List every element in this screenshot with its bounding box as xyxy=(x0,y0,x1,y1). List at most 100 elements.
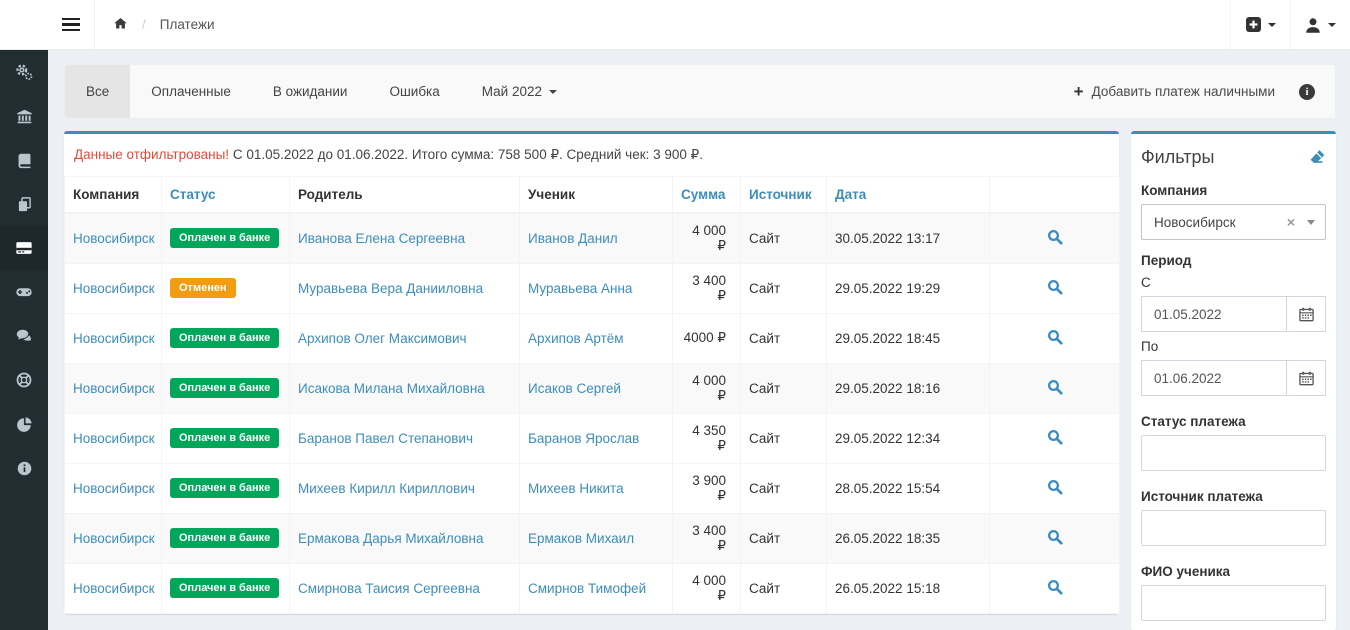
payments-tabbar: Все Оплаченные В ожидании Ошибка Май 202… xyxy=(64,64,1336,119)
search-icon xyxy=(1047,379,1063,395)
parent-link[interactable]: Исакова Милана Михайловна xyxy=(298,381,485,396)
company-link[interactable]: Новосибирск xyxy=(73,431,155,446)
col-company: Компания xyxy=(65,177,162,214)
main-sidebar xyxy=(0,50,48,630)
company-select-value: Новосибирск xyxy=(1154,215,1236,230)
add-cash-payment-button[interactable]: + Добавить платеж наличными xyxy=(1074,83,1275,100)
source-cell: Сайт xyxy=(741,363,827,413)
status-filter-input[interactable] xyxy=(1141,435,1326,471)
company-link[interactable]: Новосибирск xyxy=(73,231,155,246)
student-link[interactable]: Михеев Никита xyxy=(528,481,624,496)
tabbar-actions: + Добавить платеж наличными i xyxy=(1074,65,1335,118)
search-icon xyxy=(1047,279,1063,295)
student-filter-label: ФИО ученика xyxy=(1141,564,1326,579)
parent-link[interactable]: Баранов Павел Степанович xyxy=(298,431,473,446)
sidebar-item-documents[interactable] xyxy=(0,182,48,226)
student-link[interactable]: Смирнов Тимофей xyxy=(528,581,646,596)
sidebar-item-reports[interactable] xyxy=(0,402,48,446)
calendar-icon xyxy=(1299,307,1314,322)
company-link[interactable]: Новосибирск xyxy=(73,281,155,296)
navbar-right xyxy=(1230,0,1350,49)
parent-link[interactable]: Смирнова Таисия Сергеевна xyxy=(298,581,480,596)
plus-square-icon xyxy=(1246,17,1261,32)
col-date-sort[interactable]: Дата xyxy=(827,177,990,214)
user-menu-dropdown[interactable] xyxy=(1290,0,1350,49)
caret-down-icon xyxy=(1328,23,1336,27)
table-row: Новосибирск Оплачен в банке Архипов Олег… xyxy=(65,313,1120,363)
sidebar-item-organization[interactable] xyxy=(0,94,48,138)
sidebar-item-payments[interactable] xyxy=(0,226,48,270)
sidebar-item-info[interactable] xyxy=(0,446,48,490)
filters-panel: Фильтры Компания Новосибирск × Период С … xyxy=(1131,131,1336,630)
student-link[interactable]: Исаков Сергей xyxy=(528,381,621,396)
company-select[interactable]: Новосибирск × xyxy=(1141,204,1326,240)
student-filter-input[interactable] xyxy=(1141,585,1326,621)
sidebar-item-messages[interactable] xyxy=(0,314,48,358)
company-link[interactable]: Новосибирск xyxy=(73,531,155,546)
date-to-calendar-button[interactable] xyxy=(1286,360,1326,396)
date-cell: 26.05.2022 15:18 xyxy=(827,563,990,613)
quick-add-dropdown[interactable] xyxy=(1230,0,1290,49)
tab-month-dropdown[interactable]: Май 2022 xyxy=(461,65,578,118)
amount-cell: 3 400 ₽ xyxy=(673,513,741,563)
sidebar-item-settings[interactable] xyxy=(0,50,48,94)
sidebar-item-journal[interactable] xyxy=(0,138,48,182)
tab-all[interactable]: Все xyxy=(65,65,130,118)
student-link[interactable]: Иванов Данил xyxy=(528,231,618,246)
tab-paid[interactable]: Оплаченные xyxy=(130,65,252,118)
col-amount-sort[interactable]: Сумма xyxy=(673,177,741,214)
date-from-input[interactable] xyxy=(1141,296,1286,332)
amount-cell: 4 000 ₽ xyxy=(673,563,741,613)
view-payment-button[interactable] xyxy=(1047,283,1063,298)
clear-filters-button[interactable] xyxy=(1309,148,1326,168)
source-cell: Сайт xyxy=(741,213,827,263)
view-payment-button[interactable] xyxy=(1047,533,1063,548)
amount-cell: 4 000 ₽ xyxy=(673,213,741,263)
home-icon[interactable] xyxy=(113,16,128,34)
info-circle-icon[interactable]: i xyxy=(1299,84,1315,100)
source-cell: Сайт xyxy=(741,313,827,363)
tab-pending[interactable]: В ожидании xyxy=(252,65,369,118)
student-link[interactable]: Муравьева Анна xyxy=(528,281,632,296)
table-row: Новосибирск Оплачен в банке Смирнова Таи… xyxy=(65,563,1120,613)
date-from-calendar-button[interactable] xyxy=(1286,296,1326,332)
view-payment-button[interactable] xyxy=(1047,483,1063,498)
company-link[interactable]: Новосибирск xyxy=(73,481,155,496)
col-source-sort[interactable]: Источник xyxy=(741,177,827,214)
logo-area xyxy=(0,0,48,49)
sidebar-item-games[interactable] xyxy=(0,270,48,314)
parent-link[interactable]: Иванова Елена Сергеевна xyxy=(298,231,465,246)
col-status-sort[interactable]: Статус xyxy=(162,177,290,214)
sidebar-toggle-button[interactable] xyxy=(48,0,95,49)
amount-cell: 3 400 ₽ xyxy=(673,263,741,313)
view-payment-button[interactable] xyxy=(1047,233,1063,248)
date-to-input[interactable] xyxy=(1141,360,1286,396)
view-payment-button[interactable] xyxy=(1047,333,1063,348)
content-area: Все Оплаченные В ожидании Ошибка Май 202… xyxy=(48,50,1350,630)
student-link[interactable]: Архипов Артём xyxy=(528,331,624,346)
amount-cell: 4000 ₽ xyxy=(673,313,741,363)
parent-link[interactable]: Ермакова Дарья Михайловна xyxy=(298,531,484,546)
view-payment-button[interactable] xyxy=(1047,433,1063,448)
status-badge: Оплачен в банке xyxy=(170,478,279,498)
company-link[interactable]: Новосибирск xyxy=(73,331,155,346)
source-filter-input[interactable] xyxy=(1141,510,1326,546)
company-filter-label: Компания xyxy=(1141,183,1326,198)
parent-link[interactable]: Муравьева Вера Данииловна xyxy=(298,281,483,296)
tab-error[interactable]: Ошибка xyxy=(368,65,460,118)
parent-link[interactable]: Михеев Кирилл Кириллович xyxy=(298,481,475,496)
info-icon xyxy=(16,460,33,477)
parent-link[interactable]: Архипов Олег Максимович xyxy=(298,331,467,346)
date-cell: 29.05.2022 18:45 xyxy=(827,313,990,363)
clear-selection-icon[interactable]: × xyxy=(1287,214,1295,230)
sidebar-item-support[interactable] xyxy=(0,358,48,402)
notice-highlight: Данные отфильтрованы! xyxy=(74,147,229,162)
student-link[interactable]: Баранов Ярослав xyxy=(528,431,639,446)
company-link[interactable]: Новосибирск xyxy=(73,381,155,396)
source-cell: Сайт xyxy=(741,413,827,463)
search-icon xyxy=(1047,229,1063,245)
view-payment-button[interactable] xyxy=(1047,583,1063,598)
company-link[interactable]: Новосибирск xyxy=(73,581,155,596)
student-link[interactable]: Ермаков Михаил xyxy=(528,531,634,546)
view-payment-button[interactable] xyxy=(1047,383,1063,398)
